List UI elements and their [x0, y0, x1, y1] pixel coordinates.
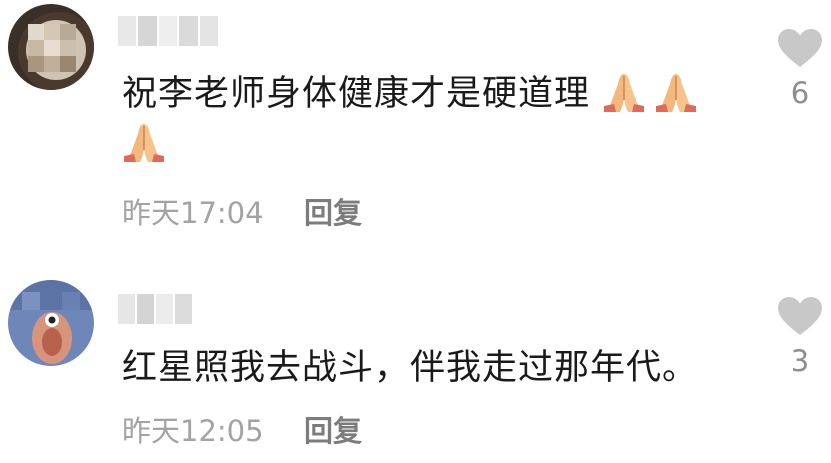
like-count: 3	[790, 344, 810, 378]
emoji-row	[122, 120, 166, 164]
folded-hands-emoji	[124, 124, 164, 162]
comment-time: 昨天17:04	[122, 196, 264, 230]
comment-text: 祝李老师身体健康才是硬道理	[122, 68, 590, 120]
comment-time: 昨天12:05	[122, 414, 264, 448]
avatar-image	[8, 280, 94, 366]
comment-meta: 昨天17:04 回复	[122, 190, 362, 232]
comment-item: 祝李老师身体健康才是硬道理 昨天17:04 回复 6	[0, 0, 831, 250]
comment-item: 红星照我去战斗，伴我走过那年代。 昨天12:05 回复 3	[0, 268, 831, 463]
heart-icon[interactable]	[777, 296, 823, 336]
like-count: 6	[790, 76, 810, 110]
avatar[interactable]	[8, 4, 94, 90]
heart-icon[interactable]	[777, 28, 823, 68]
emoji-row	[602, 70, 698, 114]
reply-button[interactable]: 回复	[304, 408, 362, 450]
like-button[interactable]: 6	[776, 28, 824, 110]
username[interactable]	[118, 294, 192, 324]
avatar[interactable]	[8, 280, 94, 366]
comment-meta: 昨天12:05 回复	[122, 408, 362, 450]
comment-text-content: 红星照我去战斗，伴我走过那年代。	[122, 348, 699, 388]
like-button[interactable]: 3	[776, 296, 824, 378]
comment-text: 红星照我去战斗，伴我走过那年代。	[122, 342, 698, 394]
folded-hands-emoji	[604, 74, 644, 112]
username[interactable]	[118, 16, 219, 46]
comment-text-content: 祝李老师身体健康才是硬道理	[122, 74, 591, 114]
reply-button[interactable]: 回复	[304, 190, 362, 232]
avatar-image	[8, 4, 94, 90]
folded-hands-emoji	[656, 74, 696, 112]
